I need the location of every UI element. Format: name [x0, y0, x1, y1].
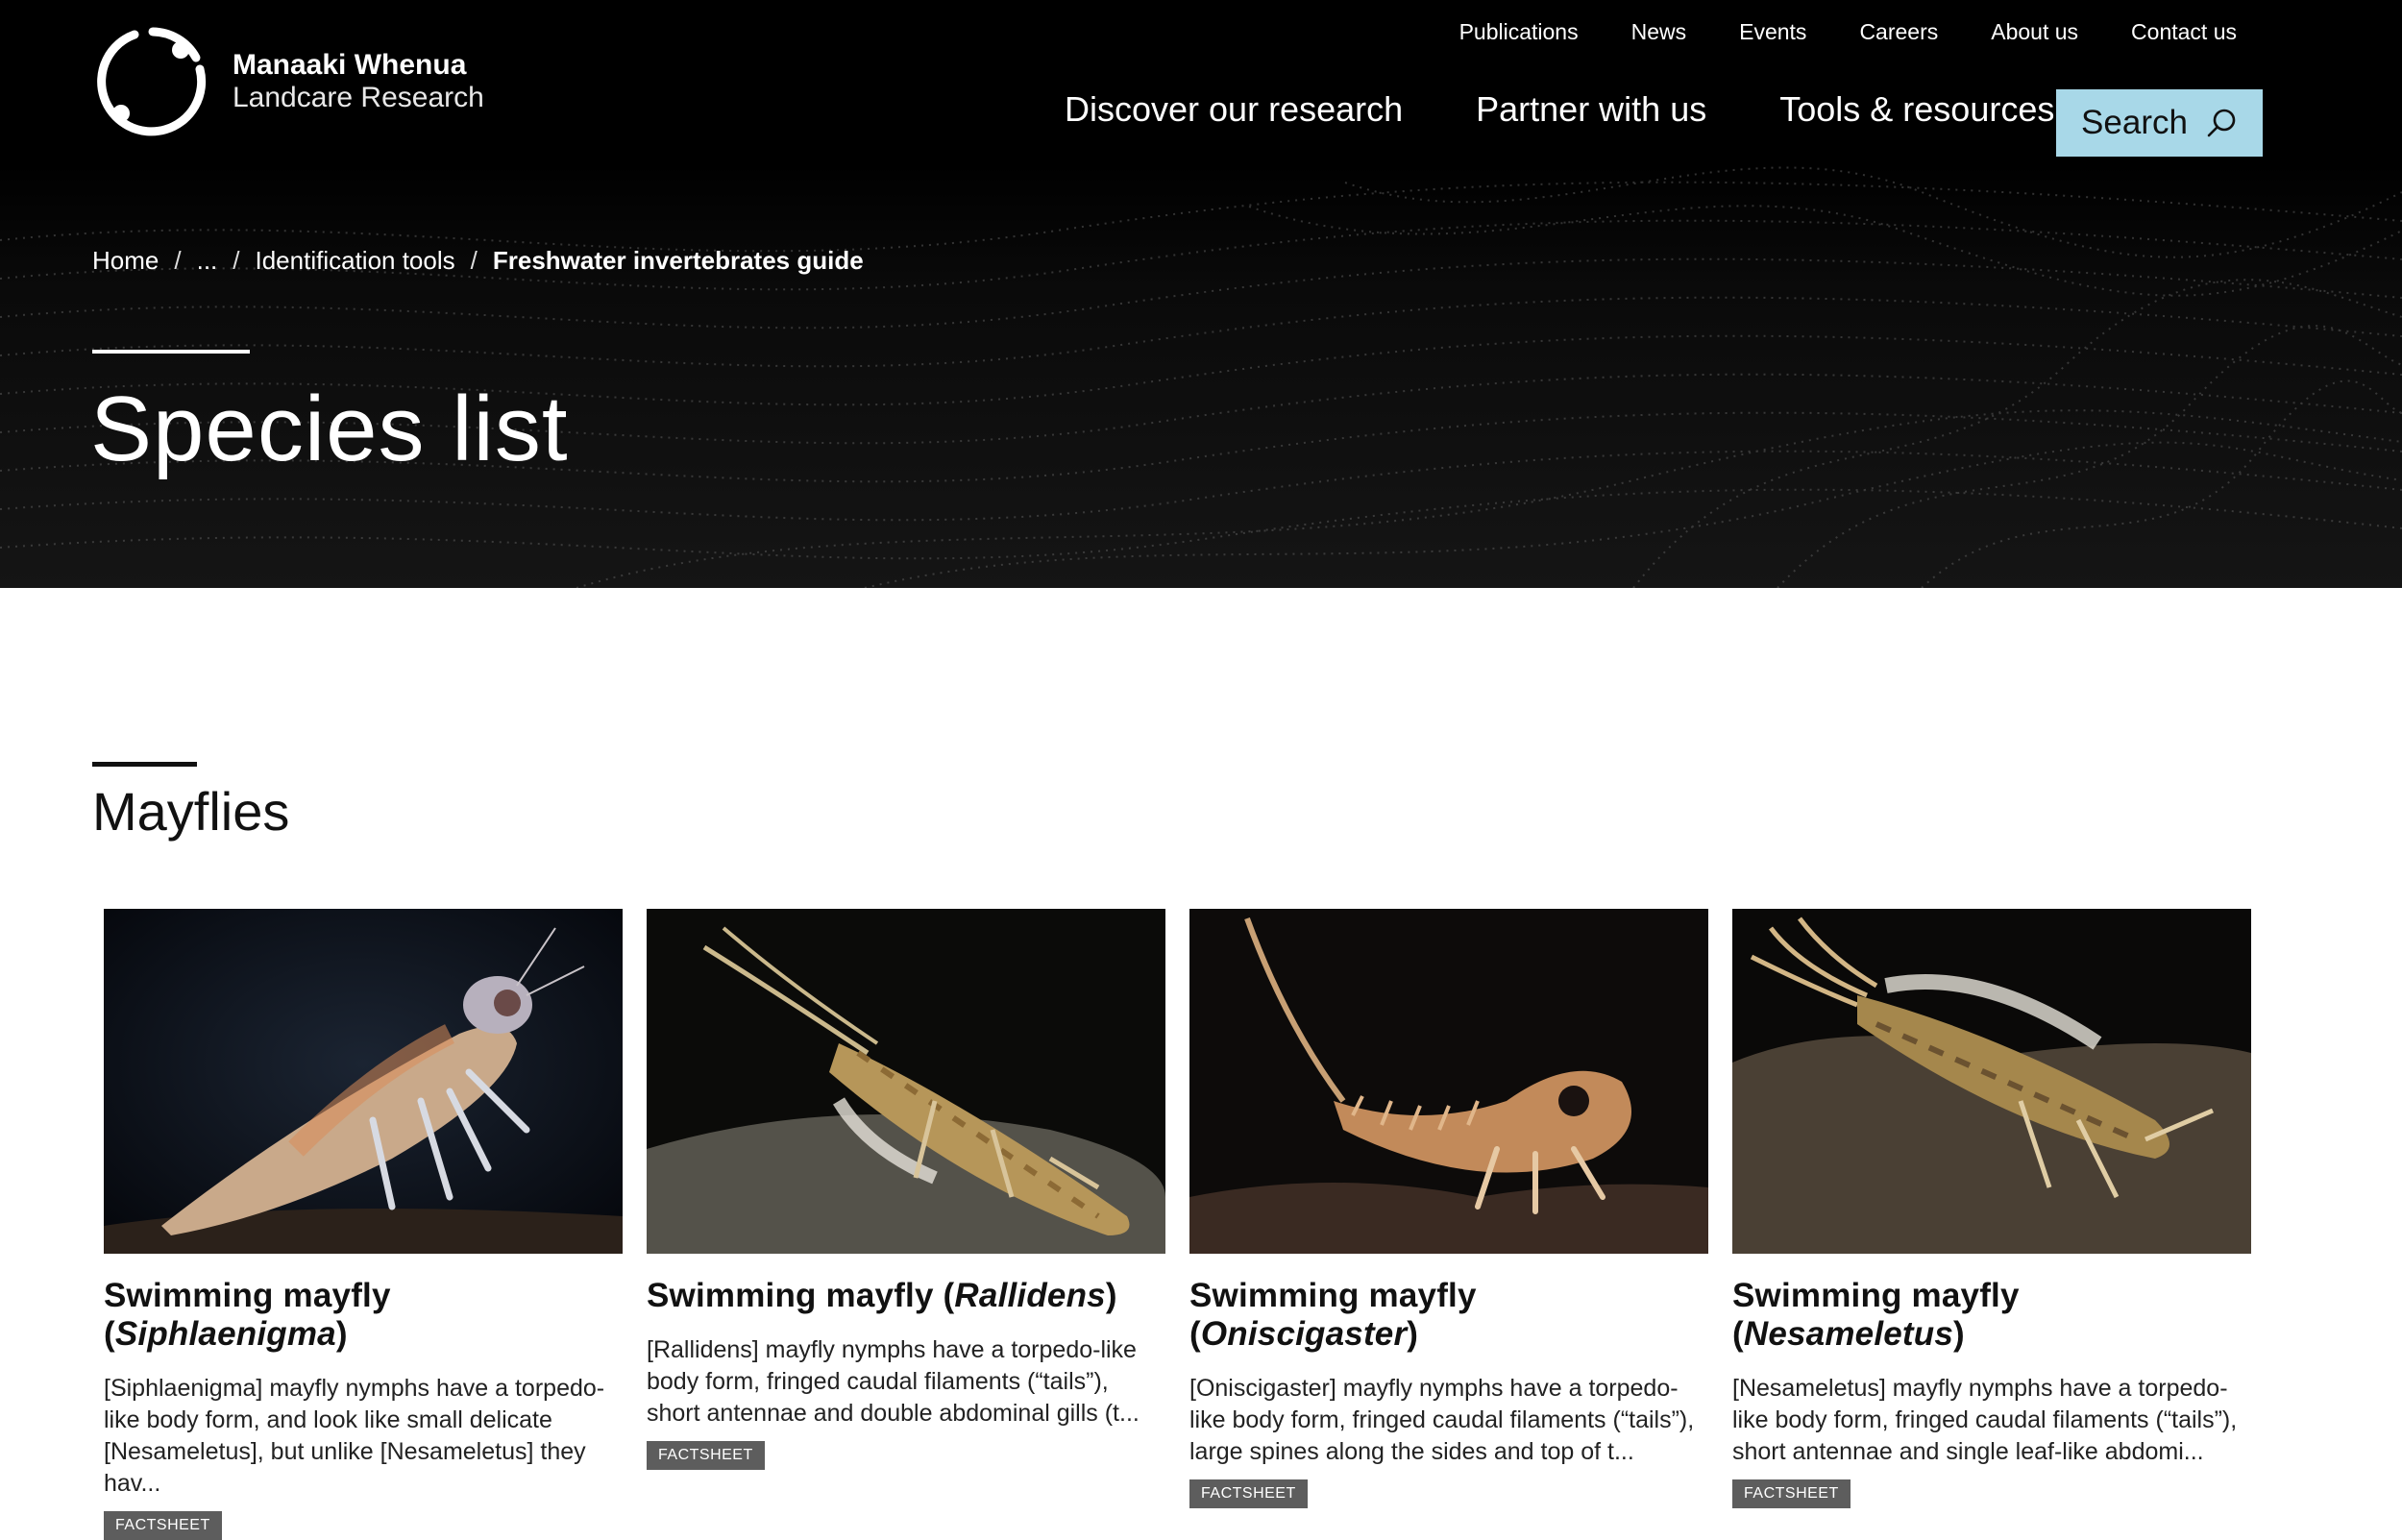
species-photo-rallidens [647, 909, 1165, 1254]
logo-mark-icon [97, 27, 207, 136]
factsheet-badge: FACTSHEET [104, 1511, 222, 1540]
section-rule [92, 762, 197, 767]
species-title[interactable]: Swimming mayfly (Siphlaenigma) [104, 1277, 623, 1354]
nav-partner-with-us[interactable]: Partner with us [1476, 89, 1706, 130]
breadcrumb-separator: / [174, 246, 182, 275]
site-logo[interactable]: Manaaki Whenua Landcare Research [92, 21, 484, 142]
species-card-oniscigaster[interactable]: Swimming mayfly (Oniscigaster) [Onisciga… [1189, 909, 1708, 1540]
util-link-news[interactable]: News [1631, 19, 1687, 45]
species-description: [Siphlaenigma] mayfly nymphs have a torp… [104, 1375, 605, 1497]
search-label: Search [2081, 104, 2188, 141]
brand-name: Manaaki Whenua [233, 49, 467, 82]
breadcrumb-ellipsis[interactable]: ... [197, 246, 218, 276]
species-card-rallidens[interactable]: Swimming mayfly (Rallidens) [Rallidens] … [647, 909, 1165, 1540]
util-link-events[interactable]: Events [1739, 19, 1806, 45]
nav-tools-resources[interactable]: Tools & resources [1779, 89, 2054, 130]
logo-wordmark: Manaaki Whenua Landcare Research [233, 49, 484, 113]
brand-subtitle: Landcare Research [233, 82, 484, 113]
species-photo-nesameletus [1732, 909, 2251, 1254]
breadcrumb-identification-tools[interactable]: Identification tools [256, 246, 455, 276]
search-button[interactable]: Search [2056, 89, 2263, 157]
site-header: Manaaki Whenua Landcare Research Publica… [0, 0, 2402, 588]
breadcrumb-separator: / [233, 246, 240, 275]
breadcrumb-separator: / [470, 246, 478, 275]
breadcrumb-current: Freshwater invertebrates guide [492, 246, 864, 275]
species-title[interactable]: Swimming mayfly (Oniscigaster) [1189, 1277, 1708, 1354]
util-link-publications[interactable]: Publications [1459, 19, 1579, 45]
page-title: Species list [90, 378, 569, 480]
factsheet-badge: FACTSHEET [647, 1441, 765, 1470]
util-link-contact[interactable]: Contact us [2131, 19, 2237, 45]
species-card-nesameletus[interactable]: Swimming mayfly (Nesameletus) [Nesamelet… [1732, 909, 2251, 1540]
breadcrumb-home[interactable]: Home [92, 246, 159, 276]
species-photo-siphlaenigma [104, 909, 623, 1254]
title-rule [92, 350, 250, 354]
species-photo-oniscigaster [1189, 909, 1708, 1254]
utility-nav: Publications News Events Careers About u… [1459, 19, 2237, 45]
util-link-about[interactable]: About us [1991, 19, 2078, 45]
section-title-mayflies: Mayflies [92, 781, 290, 842]
species-card-siphlaenigma[interactable]: Swimming mayfly (Siphlaenigma) [Siphlaen… [104, 909, 623, 1540]
util-link-careers[interactable]: Careers [1859, 19, 1938, 45]
species-card-list: Swimming mayfly (Siphlaenigma) [Siphlaen… [104, 909, 2251, 1540]
nav-discover-research[interactable]: Discover our research [1065, 89, 1403, 130]
species-description: [Oniscigaster] mayfly nymphs have a torp… [1189, 1375, 1695, 1465]
species-title[interactable]: Swimming mayfly (Nesameletus) [1732, 1277, 2251, 1354]
species-title[interactable]: Swimming mayfly (Rallidens) [647, 1277, 1165, 1315]
factsheet-badge: FACTSHEET [1189, 1479, 1308, 1508]
species-description: [Nesameletus] mayfly nymphs have a torpe… [1732, 1375, 2238, 1465]
species-description: [Rallidens] mayfly nymphs have a torpedo… [647, 1336, 1140, 1427]
breadcrumb: Home / ... / Identification tools / Fres… [92, 246, 864, 276]
search-icon [2207, 109, 2236, 137]
factsheet-badge: FACTSHEET [1732, 1479, 1851, 1508]
main-nav: Discover our research Partner with us To… [1065, 89, 2127, 130]
